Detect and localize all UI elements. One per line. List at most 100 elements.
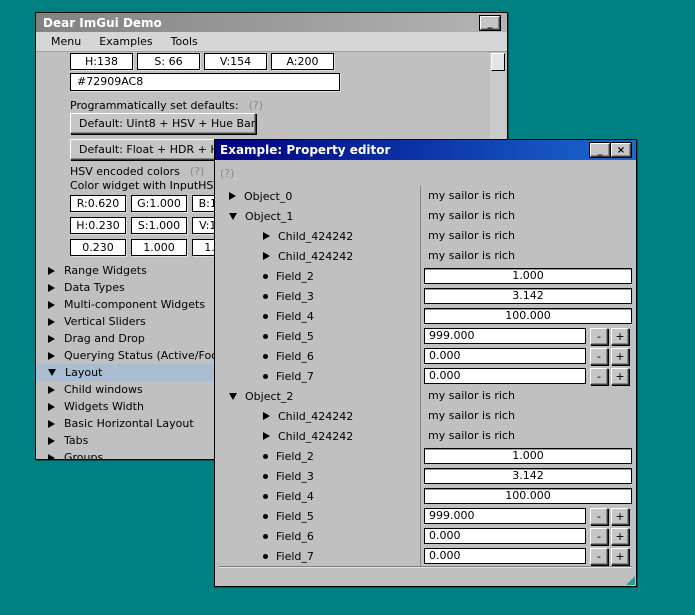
tree-item-label: Groups [64,451,103,460]
hsva-input[interactable]: V:154 [204,53,267,70]
node-label: Field_5 [276,330,314,343]
tree-node[interactable]: Field_6 [215,346,314,366]
hsva-input[interactable]: S: 66 [137,53,200,70]
chevron-right-icon [48,454,55,461]
increment-button[interactable]: + [611,528,629,545]
tree-node[interactable]: Child_424242 [215,426,353,446]
input-hsv-label: Color widget with InputHSV: [70,179,224,192]
increment-button[interactable]: + [611,328,629,345]
decrement-button[interactable]: - [590,348,608,365]
drag-input[interactable]: 0.000 [424,528,586,544]
tree-node[interactable]: Field_4 [215,306,314,326]
tree-node[interactable]: Child_424242 [215,226,353,246]
collapse-button[interactable]: _ [480,16,500,30]
decrement-button[interactable]: - [590,328,608,345]
tree-node[interactable]: Field_7 [215,366,314,386]
node-label: Field_6 [276,350,314,363]
drag-input[interactable]: 0.000 [424,548,586,564]
chevron-right-icon [48,420,55,428]
bullet-icon [263,314,268,319]
tree-node[interactable]: Child_424242 [215,246,353,266]
hsva-input[interactable]: H:138 [70,53,133,70]
scrollbar-grab[interactable] [491,53,505,71]
property-row: Object_1 my sailor is rich my sailor is … [215,206,636,226]
tree-node[interactable]: Object_1 [215,206,293,226]
value-input[interactable]: 100.000 [424,488,632,504]
menu-item[interactable]: Menu [42,33,90,50]
value-input[interactable]: 3.142 [424,468,632,484]
demo-titlebar[interactable]: Dear ImGui Demo [36,13,507,32]
node-label: Field_2 [276,270,314,283]
decrement-button[interactable]: - [590,508,608,525]
decrement-button[interactable]: - [590,548,608,565]
property-row: Field_2 1.000 1.000 1.000 - + [215,446,636,466]
tree-node[interactable]: Child_424242 [215,406,353,426]
value-input[interactable]: 1.000 [424,268,632,284]
chevron-right-icon [48,386,55,394]
node-label: Object_0 [244,190,292,203]
chevron-right-icon [48,318,55,326]
tree-node[interactable]: Field_5 [215,326,314,346]
property-row: Child_424242 my sailor is rich my sailor… [215,426,636,446]
tree-node[interactable]: Field_2 [215,446,314,466]
tree-item-label: Querying Status (Active/Focus [64,349,230,362]
property-row: Field_7 0.000 0.000 0.000 - + [215,366,636,386]
chevron-right-icon [229,192,236,200]
node-label: Field_3 [276,470,314,483]
hex-input[interactable]: #72909AC8 [70,73,340,91]
tree-node[interactable]: Object_0 [215,186,292,206]
collapse-button[interactable]: _ [590,143,610,157]
desktop: { "colors": { "desktop": "#008080", "win… [0,0,695,615]
increment-button[interactable]: + [611,348,629,365]
value-input[interactable]: 3.142 [424,288,632,304]
node-label: Field_5 [276,510,314,523]
property-row: Field_3 3.142 3.142 3.142 - + [215,466,636,486]
chevron-right-icon [263,252,270,260]
chevron-right-icon [263,232,270,240]
increment-button[interactable]: + [611,548,629,565]
property-editor-title: Example: Property editor [220,143,390,157]
hsva-input[interactable]: A:200 [271,53,334,70]
property-row: Field_2 1.000 1.000 1.000 - + [215,266,636,286]
drag-input[interactable]: 999.000 [424,508,586,524]
increment-button[interactable]: + [611,368,629,385]
value-input[interactable]: 1.000 [424,448,632,464]
node-label: Field_6 [276,530,314,543]
value-input[interactable]: 100.000 [424,308,632,324]
drag-input[interactable]: 0.000 [424,348,586,364]
raw-input[interactable]: 1.000 [131,239,187,256]
decrement-button[interactable]: - [590,528,608,545]
hsv-input[interactable]: H:0.230 [70,217,126,234]
close-button[interactable]: × [611,143,631,157]
drag-input[interactable]: 0.000 [424,368,586,384]
property-editor-titlebar[interactable]: Example: Property editor [215,140,636,160]
tree-node[interactable]: Field_3 [215,286,314,306]
increment-button[interactable]: + [611,508,629,525]
property-row: Field_4 100.000 100.000 100.000 - + [215,486,636,506]
bullet-icon [263,494,268,499]
tree-node[interactable]: Field_6 [215,526,314,546]
menu-item[interactable]: Examples [90,33,161,50]
hsv-input[interactable]: S:1.000 [131,217,187,234]
default-uint8-button[interactable]: Default: Uint8 + HSV + Hue Bar [70,113,256,134]
tree-node[interactable]: Field_4 [215,486,314,506]
rgb-input[interactable]: G:1.000 [131,195,187,212]
tree-node[interactable]: Object_2 [215,386,293,406]
tree-node[interactable]: Field_7 [215,546,314,566]
column-divider[interactable] [420,186,421,566]
tree-node[interactable]: Field_2 [215,266,314,286]
resize-grip-icon[interactable] [626,576,635,585]
bullet-icon [263,274,268,279]
raw-input[interactable]: 0.230 [70,239,126,256]
property-row: Child_424242 my sailor is rich my sailor… [215,406,636,426]
tree-node[interactable]: Field_3 [215,466,314,486]
drag-input[interactable]: 999.000 [424,328,586,344]
menu-item[interactable]: Tools [162,33,207,50]
value-text: my sailor is rich [428,389,515,402]
rgb-input[interactable]: R:0.620 [70,195,126,212]
decrement-button[interactable]: - [590,368,608,385]
tree-node[interactable]: Field_5 [215,506,314,526]
chevron-down-icon [229,213,237,220]
menubar: MenuExamplesTools [36,32,507,52]
tree-item-label: Data Types [64,281,125,294]
